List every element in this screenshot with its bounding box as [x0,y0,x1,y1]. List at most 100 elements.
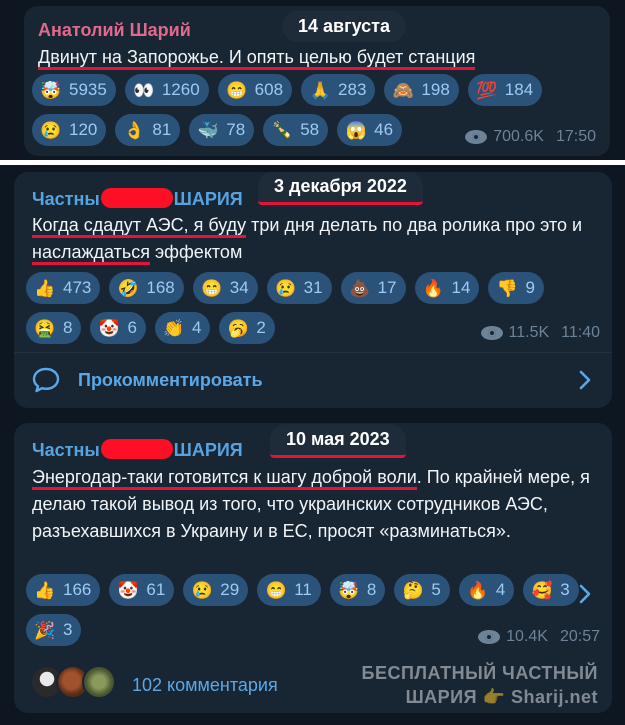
reaction-chip[interactable]: 👎 9 [488,272,544,304]
chevron-right-icon[interactable] [578,583,592,605]
reaction-chip[interactable]: 😱 46 [337,114,403,146]
reaction-chip[interactable]: 😢 120 [32,114,107,146]
reaction-count: 283 [338,80,367,99]
reaction-chip[interactable]: 🤡 6 [90,312,146,344]
reaction-emoji-icon: 🤮 [34,318,56,338]
views-count: 10.4K [506,628,548,645]
reaction-emoji-icon: 👍 [34,580,56,600]
reaction-chip[interactable]: 😁 608 [217,74,293,106]
reaction-count: 8 [63,318,73,337]
reaction-chip[interactable]: 🔥 14 [414,272,480,304]
reaction-emoji-icon: 🤔 [402,580,424,600]
message-time: 20:57 [559,628,600,645]
reaction-emoji-icon: 🎉 [34,620,56,640]
message-text: Когда сдадут АЭС, я буду три дня делать … [32,212,602,266]
date-badge: 14 августа [282,11,406,42]
commenter-avatars[interactable] [30,665,116,699]
sender-name-suffix: ШАРИЯ [173,189,243,209]
comment-bubble-icon [32,367,60,393]
reaction-chip[interactable]: 👏 4 [154,312,211,344]
reaction-count: 1260 [161,80,200,99]
sender-name-prefix: Частны [32,440,100,460]
reaction-count: 31 [303,278,323,297]
sender-name-suffix: ШАРИЯ [173,440,243,460]
reaction-chip[interactable]: 😢 31 [266,272,332,304]
watermark-line: БЕСПЛАТНЫЙ ЧАСТНЫЙ [361,663,598,683]
reaction-emoji-icon: 😁 [265,580,287,600]
message-text-underlined: наслаждаться [32,242,150,265]
message-text: Энергодар-таки готовится к шагу доброй в… [32,464,607,545]
reaction-chip[interactable]: 💯 184 [467,74,543,106]
reaction-chip[interactable]: 👀 1260 [124,74,209,106]
reaction-chip[interactable]: 😢 29 [183,574,249,606]
reaction-emoji-icon: 🙏 [309,80,331,100]
reaction-count: 3 [560,580,570,599]
reaction-count: 81 [152,120,172,139]
reaction-chip[interactable]: 😁 34 [192,272,258,304]
reaction-chip[interactable]: 🙏 283 [301,74,376,106]
message-time: 11:40 [561,324,600,341]
date-badge: 3 декабря 2022 [258,172,423,205]
reaction-chip[interactable]: 🤔 5 [394,574,450,606]
reaction-emoji-icon: 👀 [133,80,155,100]
reaction-emoji-icon: 😢 [275,278,297,298]
reaction-chip[interactable]: 🎉 3 [26,614,82,646]
reaction-emoji-icon: 😁 [201,278,223,298]
reaction-count: 9 [525,278,535,297]
reaction-count: 46 [374,120,394,139]
reaction-chip[interactable]: 🥰 3 [523,574,579,606]
message-text-part: эффектом [150,242,243,262]
reaction-chip[interactable]: 🤯 5935 [32,74,116,106]
reaction-chip[interactable]: 😁 11 [257,574,321,606]
reaction-emoji-icon: 🤯 [338,580,360,600]
message-bubble: Частны ШАРИЯ 10 мая 2023 Энергодар-таки г… [14,423,612,713]
reaction-count: 120 [69,120,98,139]
reaction-emoji-icon: 🥱 [227,318,249,338]
reaction-emoji-icon: 👏 [163,318,185,338]
comment-button[interactable]: Прокомментировать [14,352,612,408]
sender-name[interactable]: Частны ШАРИЯ [32,439,243,461]
sender-name-prefix: Частны [32,189,100,209]
reaction-count: 4 [495,580,506,599]
reaction-emoji-icon: 👌 [123,120,145,140]
message-text-underlined: Когда сдадут АЭС, я буду [32,215,247,238]
reaction-chip[interactable]: 👍 473 [26,272,101,304]
reaction-emoji-icon: 🍾 [271,120,293,140]
reaction-emoji-icon: 😱 [345,120,367,140]
reaction-count: 14 [451,278,471,297]
reaction-chip[interactable]: 🤣 168 [109,272,184,304]
reaction-emoji-icon: 😢 [40,120,62,140]
reaction-count: 184 [504,80,534,99]
reaction-chip[interactable]: 🤮 8 [26,312,82,344]
reaction-count: 61 [146,580,166,599]
message-time: 17:50 [555,128,596,145]
reaction-chip[interactable]: 🙈 198 [384,74,459,106]
reaction-chip[interactable]: 🥱 2 [219,312,275,344]
reaction-count: 11 [294,580,312,599]
reaction-count: 58 [300,120,320,139]
chevron-right-icon [579,370,591,390]
reaction-chip[interactable]: 🐳 78 [189,114,255,146]
sender-name[interactable]: Частны ШАРИЯ [32,188,243,210]
message-text-part: три дня делать по два ролика про это и [246,215,583,235]
reaction-count: 473 [63,278,92,297]
reaction-emoji-icon: 💩 [349,278,371,298]
reaction-chip[interactable]: 👌 81 [115,114,181,146]
reaction-chip[interactable]: 👍 166 [26,574,101,606]
reaction-chip[interactable]: 🔥 4 [458,574,515,606]
reaction-count: 34 [229,278,249,297]
reaction-count: 168 [146,278,175,297]
reaction-chip[interactable]: 🤡 61 [109,574,175,606]
reaction-chip[interactable]: 🤯 8 [329,574,386,606]
reaction-count: 608 [254,80,284,99]
reaction-emoji-icon: 😢 [191,580,213,600]
reaction-emoji-icon: 🙈 [392,80,414,100]
reaction-chip[interactable]: 💩 17 [340,272,406,304]
reaction-count: 8 [366,580,377,599]
avatar [82,665,116,699]
reaction-count: 2 [256,318,266,337]
reaction-chip[interactable]: 🍾 58 [263,114,329,146]
comments-count-link[interactable]: 102 комментария [132,675,278,696]
sender-name[interactable]: Анатолий Шарий [38,20,191,41]
reaction-emoji-icon: 🤯 [40,80,62,100]
